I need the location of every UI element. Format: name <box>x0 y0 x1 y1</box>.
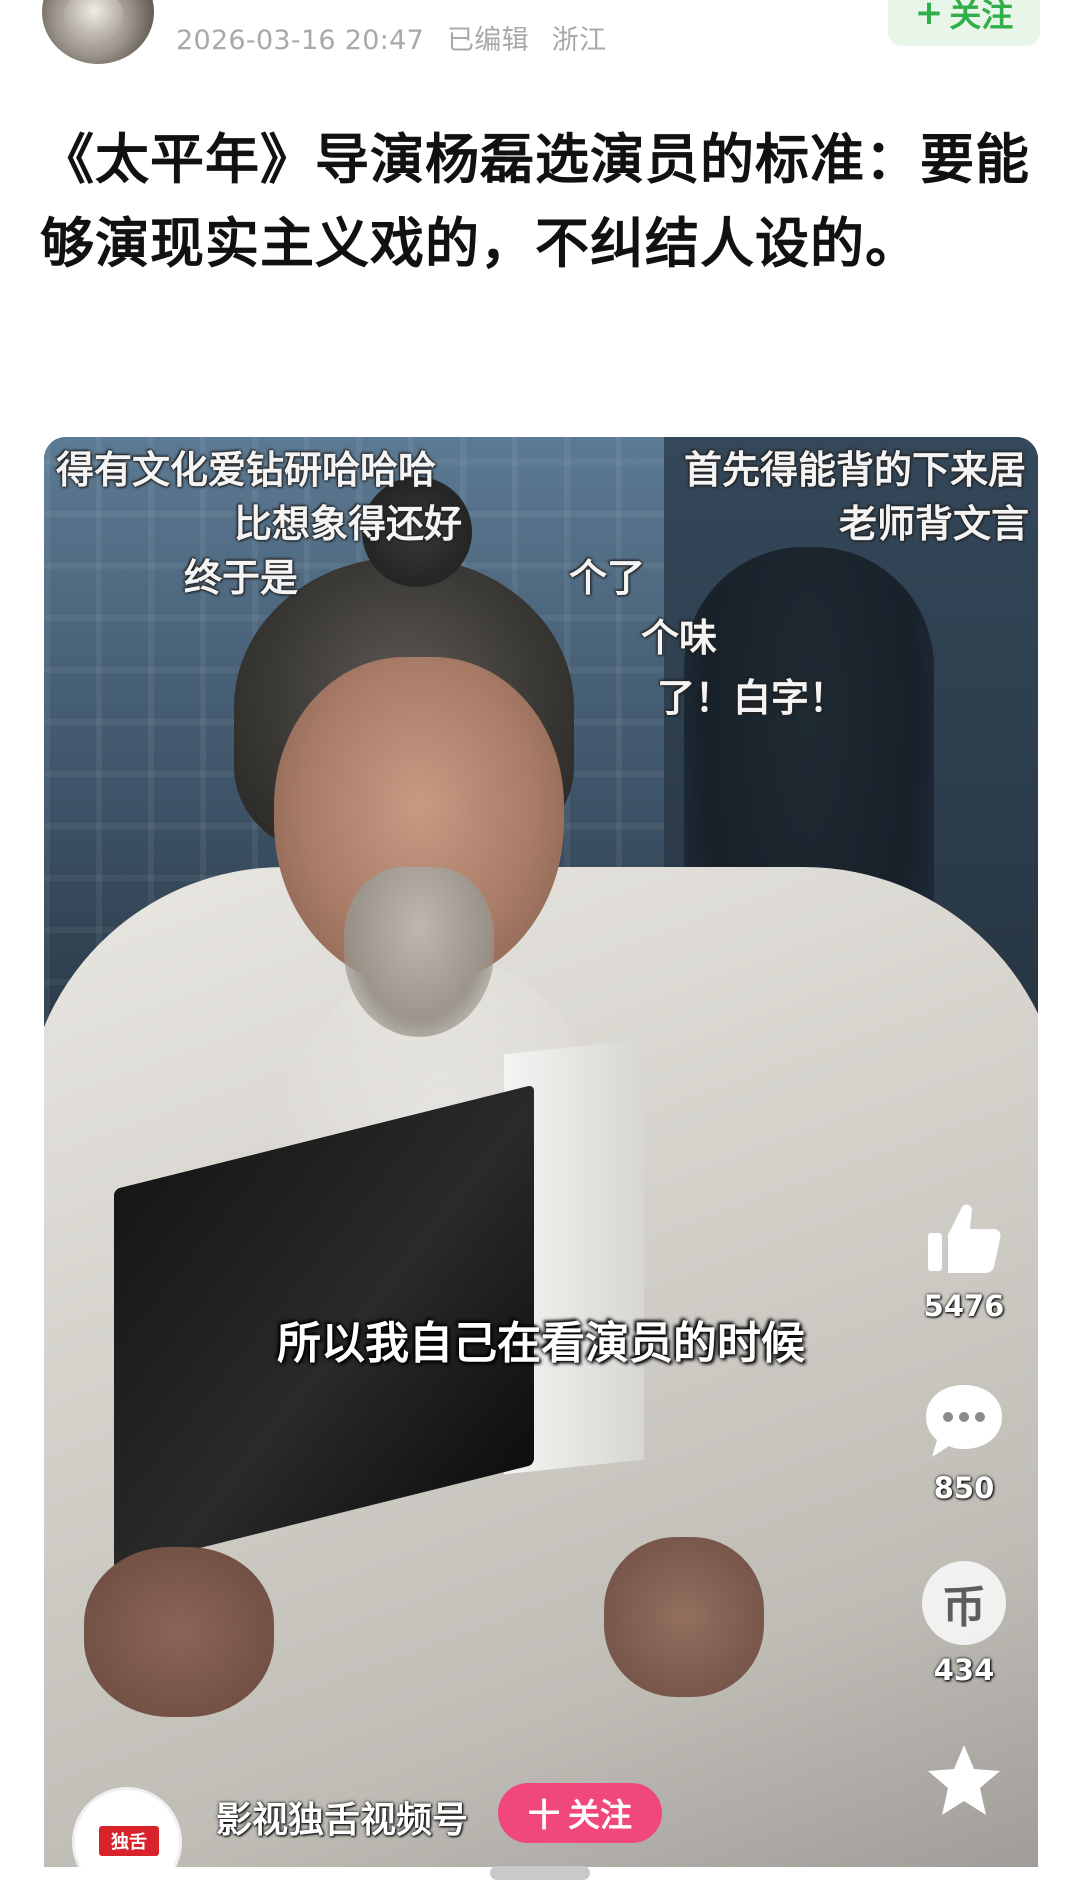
video-follow-button[interactable]: 十 关注 <box>498 1783 662 1843</box>
danmaku-comment: 了！白字！ <box>657 676 848 720</box>
video-follow-label: 关注 <box>568 1796 633 1834</box>
coin-count: 434 <box>933 1653 995 1687</box>
thumbs-up-icon[interactable] <box>922 1197 1006 1281</box>
author-avatar[interactable] <box>42 0 154 64</box>
comment-bubble-icon[interactable] <box>922 1379 1006 1463</box>
actor-left-hand <box>84 1547 274 1717</box>
video-author-name[interactable]: 影视独舌视频号 <box>216 1791 468 1843</box>
like-count: 5476 <box>923 1289 1005 1323</box>
edited-label: 已编辑 <box>447 25 529 56</box>
actor-right-hand <box>604 1537 764 1697</box>
like-action[interactable]: 5476 <box>909 1197 1019 1323</box>
post-meta: 2026-03-16 20:47 已编辑 浙江 <box>176 18 620 57</box>
plus-icon: 十 <box>527 1796 560 1834</box>
actor-beard <box>344 867 494 1037</box>
danmaku-comment: 得有文化爱钻研哈哈哈 <box>56 448 437 492</box>
comment-count: 850 <box>933 1471 995 1505</box>
location-label: 浙江 <box>551 25 607 56</box>
danmaku-comment: 个了 <box>569 556 646 600</box>
plus-icon: + <box>914 0 944 33</box>
danmaku-comment: 首先得能背的下来居 <box>684 448 1027 492</box>
home-indicator[interactable] <box>490 1866 590 1880</box>
danmaku-comment: 个味 <box>641 616 718 660</box>
coin-icon[interactable]: 币 <box>922 1561 1006 1645</box>
follow-button-label: 关注 <box>949 0 1014 34</box>
video-subtitle: 所以我自己在看演员的时候 <box>277 1318 805 1369</box>
coin-glyph: 币 <box>922 1561 1006 1645</box>
post-header: 2026-03-16 20:47 已编辑 浙江 + 关注 <box>0 0 1080 80</box>
danmaku-comment: 终于是 <box>184 556 299 600</box>
comment-action[interactable]: 850 <box>909 1379 1019 1505</box>
post-title: 《太平年》导演杨磊选演员的标准：要能够演现实主义戏的，不纠结人设的。 <box>40 128 1030 275</box>
coin-action[interactable]: 币 434 <box>909 1561 1019 1687</box>
video-player[interactable]: 得有文化爱钻研哈哈哈 首先得能背的下来居 比想象得还好 老师背文言 终于是 个了… <box>44 437 1038 1867</box>
danmaku-comment: 老师背文言 <box>839 502 1030 546</box>
video-author-bar: 独舌 影视独舌视频号 十 关注 <box>44 1777 1038 1867</box>
post-date: 2026-03-16 20:47 <box>176 25 425 56</box>
author-avatar-badge: 独舌 <box>99 1826 159 1856</box>
video-author-avatar[interactable]: 独舌 <box>72 1787 182 1867</box>
follow-button[interactable]: + 关注 <box>888 0 1040 46</box>
danmaku-comment: 比想象得还好 <box>234 502 463 546</box>
